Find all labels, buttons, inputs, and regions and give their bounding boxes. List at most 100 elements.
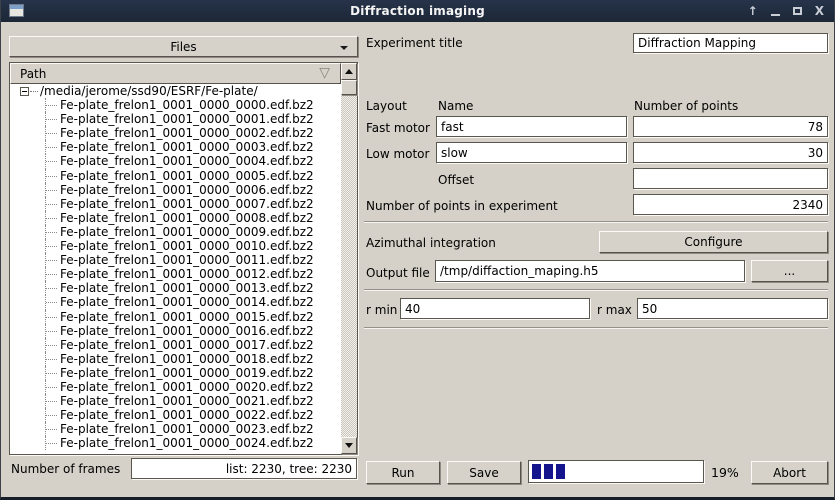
progress-block (556, 464, 565, 479)
tree-connector (45, 211, 60, 225)
low-motor-label: Low motor (366, 147, 429, 161)
tree-connector (45, 267, 60, 281)
tree-file-label: Fe-plate_frelon1_0001_0000_0003.edf.bz2 (60, 140, 314, 154)
tree-file-row[interactable]: Fe-plate_frelon1_0001_0000_0020.edf.bz2 (11, 380, 341, 394)
title-bar[interactable]: Diffraction imaging ↑ X (1, 0, 834, 22)
maximize-icon (793, 7, 802, 15)
tree-file-label: Fe-plate_frelon1_0001_0000_0017.edf.bz2 (60, 338, 314, 352)
tree-root-row[interactable]: /media/jerome/ssd90/ESRF/Fe-plate/ (11, 84, 341, 98)
tree-connector (45, 352, 60, 366)
tree-connector (45, 239, 60, 253)
total-points-field[interactable] (633, 194, 828, 215)
scrollbar-thumb[interactable] (341, 80, 357, 95)
tree-header-path[interactable]: Path ▽ (10, 63, 341, 84)
tree-file-row[interactable]: Fe-plate_frelon1_0001_0000_0001.edf.bz2 (11, 112, 341, 126)
tree-file-row[interactable]: Fe-plate_frelon1_0001_0000_0008.edf.bz2 (11, 211, 341, 225)
rmax-field[interactable] (637, 298, 828, 319)
tree-file-label: Fe-plate_frelon1_0001_0000_0011.edf.bz2 (60, 253, 314, 267)
scroll-up-icon (345, 69, 353, 74)
fast-motor-points-field[interactable] (633, 116, 828, 137)
tree-connector (45, 380, 60, 394)
tree-file-label: Fe-plate_frelon1_0001_0000_0004.edf.bz2 (60, 154, 314, 168)
tree-file-label: Fe-plate_frelon1_0001_0000_0013.edf.bz2 (60, 281, 314, 295)
tree-scrollbar[interactable] (341, 63, 357, 454)
tree-file-label: Fe-plate_frelon1_0001_0000_0002.edf.bz2 (60, 126, 314, 140)
tree-connector (45, 126, 60, 140)
run-button[interactable]: Run (366, 461, 440, 484)
close-icon: X (815, 0, 824, 22)
tree-connector (45, 436, 60, 450)
maximize-button[interactable] (793, 7, 802, 15)
tree-file-row[interactable]: Fe-plate_frelon1_0001_0000_0011.edf.bz2 (11, 253, 341, 267)
progress-bar (528, 460, 704, 483)
tree-file-row[interactable]: Fe-plate_frelon1_0001_0000_0006.edf.bz2 (11, 183, 341, 197)
tree-file-label: Fe-plate_frelon1_0001_0000_0008.edf.bz2 (60, 211, 314, 225)
tree-connector (45, 394, 60, 408)
tree-file-row[interactable]: Fe-plate_frelon1_0001_0000_0003.edf.bz2 (11, 140, 341, 154)
scroll-down-button[interactable] (341, 437, 357, 454)
dropdown-arrow-icon (340, 46, 348, 50)
tree-file-row[interactable]: Fe-plate_frelon1_0001_0000_0023.edf.bz2 (11, 422, 341, 436)
tree-file-row[interactable]: Fe-plate_frelon1_0001_0000_0010.edf.bz2 (11, 239, 341, 253)
low-motor-points-field[interactable] (633, 142, 828, 163)
tree-file-row[interactable]: Fe-plate_frelon1_0001_0000_0018.edf.bz2 (11, 352, 341, 366)
tree-file-row[interactable]: Fe-plate_frelon1_0001_0000_0019.edf.bz2 (11, 366, 341, 380)
tree-connector (45, 112, 60, 126)
close-button[interactable]: X (815, 0, 824, 22)
experiment-title-field[interactable] (633, 33, 828, 53)
offset-label: Offset (438, 173, 474, 187)
browse-button[interactable]: ... (751, 260, 828, 282)
tree-connector (45, 253, 60, 267)
tree-file-row[interactable]: Fe-plate_frelon1_0001_0000_0004.edf.bz2 (11, 154, 341, 168)
tree-file-label: Fe-plate_frelon1_0001_0000_0001.edf.bz2 (60, 112, 314, 126)
total-points-label: Number of points in experiment (366, 199, 558, 213)
files-dropdown[interactable]: Files (9, 36, 358, 57)
tree-file-row[interactable]: Fe-plate_frelon1_0001_0000_0016.edf.bz2 (11, 324, 341, 338)
tree-content: /media/jerome/ssd90/ESRF/Fe-plate/ Fe-pl… (11, 84, 341, 453)
output-file-label: Output file (366, 266, 430, 280)
tree-file-label: Fe-plate_frelon1_0001_0000_0016.edf.bz2 (60, 324, 314, 338)
tree-file-row[interactable]: Fe-plate_frelon1_0001_0000_0017.edf.bz2 (11, 338, 341, 352)
tree-file-label: Fe-plate_frelon1_0001_0000_0014.edf.bz2 (60, 295, 314, 309)
tree-file-row[interactable]: Fe-plate_frelon1_0001_0000_0013.edf.bz2 (11, 281, 341, 295)
tree-connector (45, 422, 60, 436)
tree-file-row[interactable]: Fe-plate_frelon1_0001_0000_0024.edf.bz2 (11, 436, 341, 450)
sort-indicator-icon: ▽ (319, 65, 330, 81)
save-button[interactable]: Save (447, 461, 521, 484)
configure-button[interactable]: Configure (599, 231, 828, 253)
tree-file-row[interactable]: Fe-plate_frelon1_0001_0000_0002.edf.bz2 (11, 126, 341, 140)
shade-button[interactable]: ↑ (748, 0, 758, 22)
tree-root-label: /media/jerome/ssd90/ESRF/Fe-plate/ (40, 84, 258, 98)
tree-file-row[interactable]: Fe-plate_frelon1_0001_0000_0005.edf.bz2 (11, 169, 341, 183)
number-of-frames-field[interactable] (131, 458, 357, 479)
tree-file-label: Fe-plate_frelon1_0001_0000_0000.edf.bz2 (60, 98, 314, 112)
tree-file-label: Fe-plate_frelon1_0001_0000_0018.edf.bz2 (60, 352, 314, 366)
tree-file-label: Fe-plate_frelon1_0001_0000_0022.edf.bz2 (60, 408, 314, 422)
tree-connector (45, 197, 60, 211)
tree-file-row[interactable]: Fe-plate_frelon1_0001_0000_0007.edf.bz2 (11, 197, 341, 211)
tree-file-row[interactable]: Fe-plate_frelon1_0001_0000_0015.edf.bz2 (11, 310, 341, 324)
number-of-frames-label: Number of frames (11, 462, 120, 476)
tree-file-row[interactable]: Fe-plate_frelon1_0001_0000_0022.edf.bz2 (11, 408, 341, 422)
tree-file-row[interactable]: Fe-plate_frelon1_0001_0000_0012.edf.bz2 (11, 267, 341, 281)
progress-percent: 19% (711, 465, 739, 480)
tree-file-row[interactable]: Fe-plate_frelon1_0001_0000_0000.edf.bz2 (11, 98, 341, 112)
minimize-button[interactable] (771, 7, 780, 16)
scroll-up-button[interactable] (341, 63, 357, 80)
tree-file-label: Fe-plate_frelon1_0001_0000_0007.edf.bz2 (60, 197, 314, 211)
collapse-minus-icon[interactable] (20, 87, 29, 96)
rmin-field[interactable] (400, 298, 590, 319)
low-motor-name-field[interactable] (436, 142, 627, 163)
fast-motor-name-field[interactable] (436, 116, 627, 137)
tree-file-row[interactable]: Fe-plate_frelon1_0001_0000_0009.edf.bz2 (11, 225, 341, 239)
offset-field[interactable] (633, 168, 828, 189)
tree-connector (45, 154, 60, 168)
tree-file-row[interactable]: Fe-plate_frelon1_0001_0000_0014.edf.bz2 (11, 295, 341, 309)
tree-connector (45, 310, 60, 324)
tree-file-label: Fe-plate_frelon1_0001_0000_0023.edf.bz2 (60, 422, 314, 436)
abort-button[interactable]: Abort (751, 461, 828, 484)
tree-connector (45, 281, 60, 295)
output-file-field[interactable] (435, 260, 745, 282)
tree-file-row[interactable]: Fe-plate_frelon1_0001_0000_0021.edf.bz2 (11, 394, 341, 408)
tree-connector (45, 324, 60, 338)
